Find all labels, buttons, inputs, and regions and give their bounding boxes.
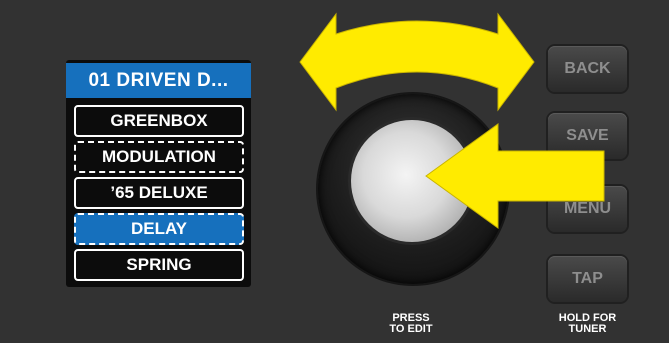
back-button[interactable]: BACK [548,46,627,92]
preset-title: 01 DRIVEN D... [66,63,251,98]
signal-chain-item-spring[interactable]: SPRING [74,249,244,281]
tap-caption: HOLD FOR TUNER [558,312,617,335]
signal-chain-item-delay[interactable]: DELAY [74,213,244,245]
signal-chain-item-65-deluxe[interactable]: ’65 DELUXE [74,177,244,209]
signal-chain-item-greenbox[interactable]: GREENBOX [74,105,244,137]
lcd-screen: 01 DRIVEN D... GREENBOX MODULATION ’65 D… [66,60,251,287]
signal-chain-item-modulation[interactable]: MODULATION [74,141,244,173]
menu-button[interactable]: MENU [548,186,627,232]
save-button[interactable]: SAVE [548,113,627,159]
panel-edge [0,343,669,349]
encoder-caption: PRESS TO EDIT [389,312,433,335]
encoder-knob-center[interactable] [351,120,473,242]
tap-button[interactable]: TAP [548,256,627,302]
